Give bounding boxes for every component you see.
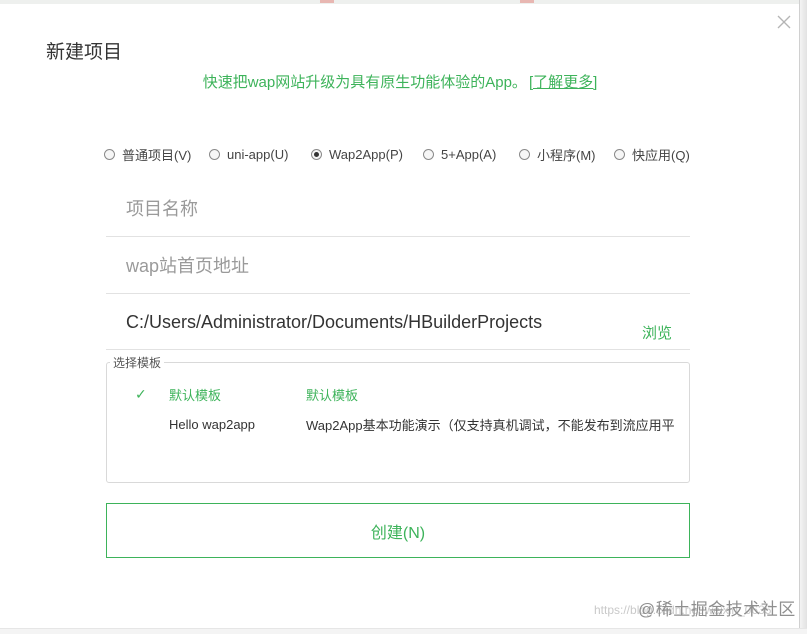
template-legend: 选择模板 <box>110 354 165 371</box>
template-description: 默认模板 <box>306 387 359 403</box>
radio-label: Wap2App(P) <box>329 147 403 162</box>
background-window-strip <box>0 0 807 4</box>
template-name: 默认模板 <box>169 387 222 403</box>
template-row-hello-wap2app[interactable]: Hello wap2app Wap2App基本功能演示（仅支持真机调试，不能发布… <box>107 412 689 436</box>
radio-5plus-app[interactable]: 5+App(A) <box>423 145 519 164</box>
location-field: 浏览 <box>106 295 690 350</box>
radio-label: 快应用(Q) <box>632 148 690 163</box>
location-input[interactable] <box>126 309 626 335</box>
radio-button-icon[interactable] <box>311 149 322 160</box>
subtitle-text: 快速把wap网站升级为具有原生功能体验的App。 <box>202 74 527 91</box>
wap-url-field <box>106 239 690 294</box>
background-window-edge <box>0 628 807 634</box>
close-icon[interactable] <box>775 13 793 31</box>
radio-label: 小程序(M) <box>537 148 596 163</box>
radio-label: 普通项目(V) <box>122 148 192 163</box>
radio-button-icon[interactable] <box>423 149 434 160</box>
project-name-field <box>106 182 690 237</box>
radio-label: 5+App(A) <box>441 147 497 162</box>
radio-wap2app[interactable]: Wap2App(P) <box>311 145 423 164</box>
background-scrollbar <box>799 0 807 634</box>
watermark-brand: @稀土掘金技术社区 <box>638 600 796 619</box>
template-row-default[interactable]: ✓ 默认模板 默认模板 <box>107 382 689 406</box>
create-button[interactable]: 创建(N) <box>106 503 690 558</box>
checkmark-icon: ✓ <box>135 385 147 402</box>
radio-normal-project[interactable]: 普通项目(V) <box>104 145 209 164</box>
radio-button-icon[interactable] <box>519 149 530 160</box>
background-underline <box>520 0 534 3</box>
learn-more-link[interactable]: [了解更多] <box>529 74 597 91</box>
radio-uni-app[interactable]: uni-app(U) <box>209 145 311 164</box>
radio-label: uni-app(U) <box>227 147 289 162</box>
template-description: Wap2App基本功能演示（仅支持真机调试，不能发布到流应用平 <box>306 417 675 433</box>
wap-url-input[interactable] <box>126 253 626 279</box>
dialog-subtitle: 快速把wap网站升级为具有原生功能体验的App。 [了解更多] <box>0 71 800 92</box>
browse-button[interactable]: 浏览 <box>642 322 672 343</box>
template-name: Hello wap2app <box>169 416 256 432</box>
dialog-title: 新建项目 <box>46 42 123 63</box>
radio-quick-app[interactable]: 快应用(Q) <box>614 145 696 164</box>
project-name-input[interactable] <box>126 196 626 222</box>
radio-button-icon[interactable] <box>104 149 115 160</box>
radio-button-icon[interactable] <box>614 149 625 160</box>
radio-mini-program[interactable]: 小程序(M) <box>519 145 614 164</box>
template-list: ✓ 默认模板 默认模板 Hello wap2app Wap2App基本功能演示（… <box>106 362 690 483</box>
project-type-radio-group: 普通项目(V) uni-app(U) Wap2App(P) 5+App(A) 小… <box>104 145 696 164</box>
background-underline <box>320 0 334 3</box>
radio-button-icon[interactable] <box>209 149 220 160</box>
